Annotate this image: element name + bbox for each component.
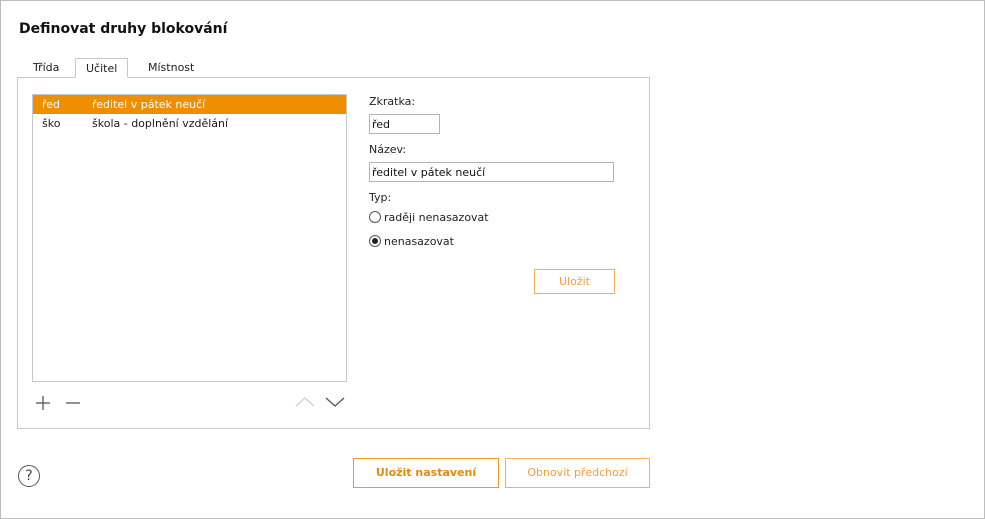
type-label: Typ: xyxy=(369,191,392,204)
list-item[interactable]: řed ředitel v pátek neučí xyxy=(33,95,346,114)
name-field[interactable] xyxy=(369,162,614,182)
type-option-label: nenasazovat xyxy=(384,235,454,248)
type-radio-do-not[interactable] xyxy=(369,235,381,247)
abbr-field[interactable] xyxy=(369,114,440,134)
list-item[interactable]: ško škola - doplnění vzdělání xyxy=(33,114,346,133)
dialog-title: Definovat druhy blokování xyxy=(19,21,228,37)
tab-mistnost[interactable]: Místnost xyxy=(138,58,204,78)
tab-trida[interactable]: Třída xyxy=(23,58,69,78)
chevron-up-icon[interactable] xyxy=(294,394,316,410)
tab-panel: řed ředitel v pátek neučí ško škola - do… xyxy=(17,77,650,429)
list-item-abbr: ško xyxy=(42,117,61,130)
name-label: Název: xyxy=(369,143,407,156)
restore-previous-button[interactable]: Obnovit předchozí xyxy=(505,458,650,488)
save-button[interactable]: Uložit xyxy=(534,269,615,294)
list-item-name: ředitel v pátek neučí xyxy=(92,98,206,111)
chevron-down-icon[interactable] xyxy=(324,394,346,410)
dialog-window: Definovat druhy blokování Třída Učitel M… xyxy=(0,0,985,519)
minus-icon[interactable] xyxy=(64,394,82,412)
list-item-abbr: řed xyxy=(42,98,61,111)
tab-ucitel[interactable]: Učitel xyxy=(75,58,129,78)
help-icon[interactable]: ? xyxy=(18,465,40,487)
save-settings-button[interactable]: Uložit nastavení xyxy=(353,458,499,488)
blocking-types-list[interactable]: řed ředitel v pátek neučí ško škola - do… xyxy=(32,94,347,382)
plus-icon[interactable] xyxy=(34,394,52,412)
type-radio-prefer-not[interactable] xyxy=(369,211,381,223)
list-item-name: škola - doplnění vzdělání xyxy=(92,117,229,130)
abbr-label: Zkratka: xyxy=(369,95,416,108)
type-option-label: raději nenasazovat xyxy=(384,211,489,224)
